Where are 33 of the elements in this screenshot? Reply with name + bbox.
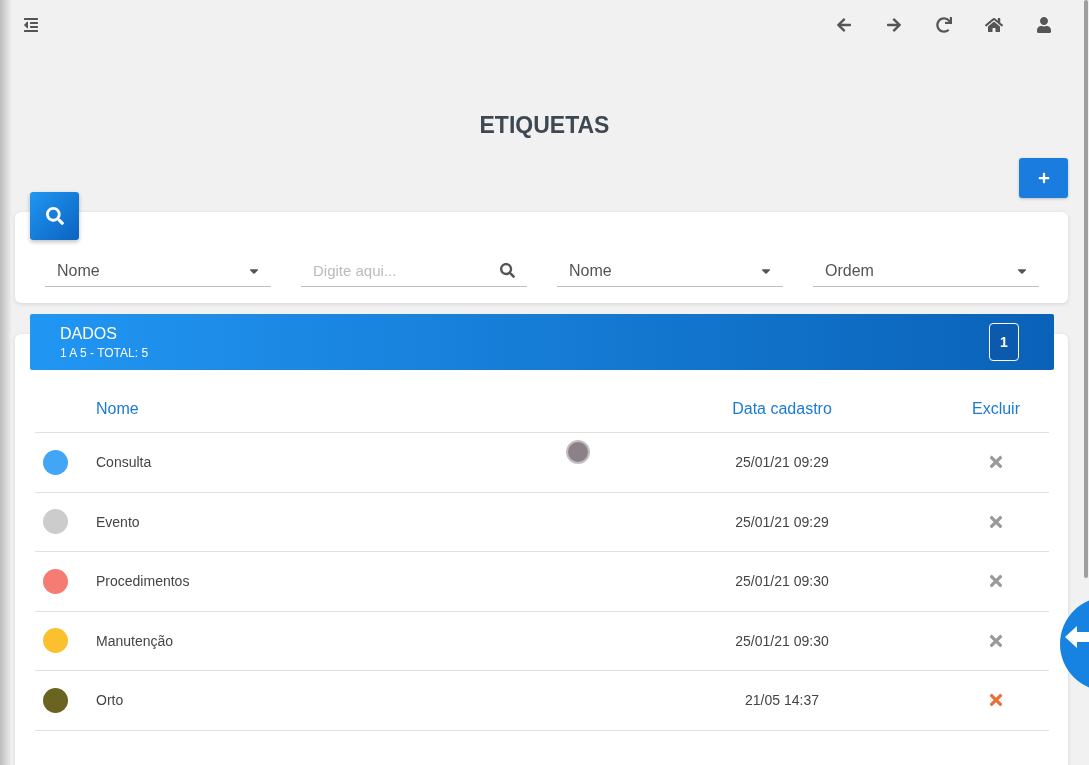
tag-name: Manutenção [96,632,174,649]
arrow-left-icon [1065,626,1089,648]
record-count: 1 A 5 - TOTAL: 5 [60,346,149,360]
search-icon [500,263,515,278]
date-text: 25/01/21 09:30 [735,632,829,649]
date-text: 25/01/21 09:29 [735,513,829,530]
page-title: ETIQUETAS [478,111,611,140]
column-header: Data cadastro [732,400,832,418]
select-field[interactable]: Nome [557,255,783,287]
refresh-icon [936,17,952,33]
column-header: Excluir [972,400,1020,418]
arrow-right-icon [886,17,902,33]
plus-icon [1037,172,1050,184]
tag-name: Orto [96,692,124,709]
tag-name: Consulta [96,454,152,471]
date-text: 21/05 14:37 [745,692,819,709]
date-text: 25/01/21 09:30 [735,573,829,590]
select-field[interactable]: Nome [45,255,271,287]
date-text: 25/01/21 09:29 [735,454,829,471]
select-field[interactable]: Ordem [813,255,1039,287]
panel-title: DADOS [60,324,118,343]
add-button[interactable] [1019,158,1068,198]
search-field[interactable]: Digite aqui... [301,255,527,287]
user-icon [1036,17,1052,33]
arrow-left-icon [836,17,852,33]
search-icon [45,207,64,225]
scrollbar-thumb[interactable] [1084,0,1088,578]
tag-name: Evento [96,513,140,530]
menu-icon [23,17,39,33]
home-icon [985,16,1003,34]
column-header: Nome [96,400,139,418]
tag-name: Procedimentos [96,573,190,590]
page-button[interactable]: 1 [989,323,1019,361]
